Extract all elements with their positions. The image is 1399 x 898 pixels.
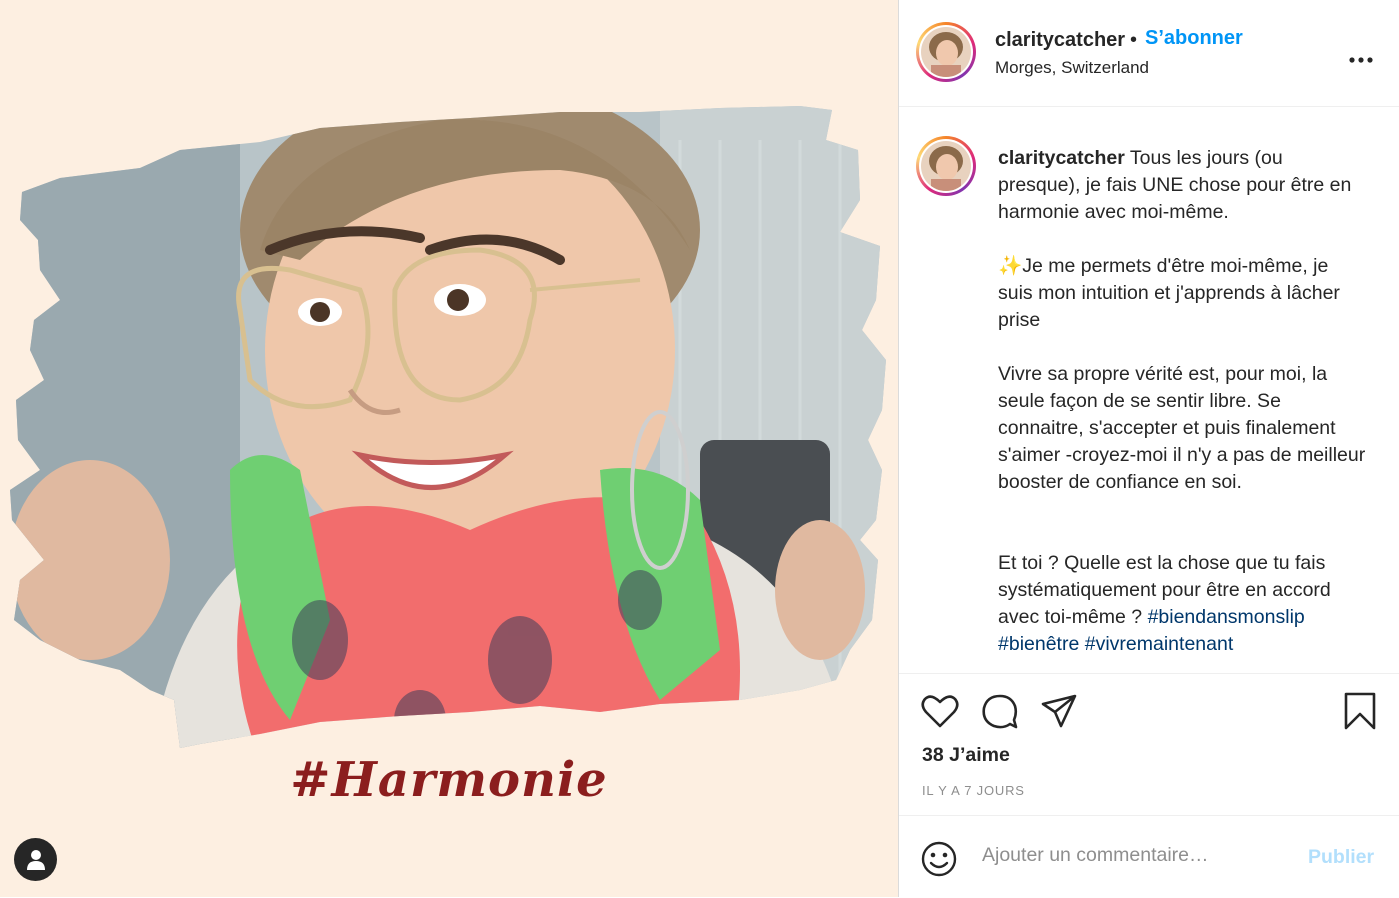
add-comment-bar: Publier — [899, 815, 1399, 898]
location-link[interactable]: Morges, Switzerland — [995, 58, 1149, 78]
emoji-icon — [921, 841, 957, 877]
save-button[interactable] — [1343, 692, 1377, 735]
hashtag-link[interactable]: #bienêtre — [998, 633, 1079, 655]
follow-button[interactable]: S’abonner — [1145, 27, 1243, 50]
share-icon — [1041, 694, 1077, 728]
share-button[interactable] — [1040, 693, 1078, 734]
harmonie-hashtag-art: #Harmonie — [290, 752, 608, 808]
emoji-button[interactable] — [920, 840, 958, 883]
avatar-image — [921, 141, 971, 191]
comment-icon — [982, 694, 1018, 729]
more-options-icon — [1349, 57, 1373, 63]
comments-section[interactable]: claritycatcher Tous les jours (ou presqu… — [899, 107, 1399, 673]
bookmark-icon — [1344, 692, 1376, 730]
heart-icon — [921, 695, 959, 728]
post-sidebar: claritycatcher • S’abonner Morges, Switz… — [898, 0, 1399, 897]
caption-paragraph-2: ✨Je me permets d'être moi-même, je suis … — [998, 255, 1340, 331]
hashtag-link[interactable]: #biendansmonslip — [1148, 606, 1305, 628]
comment-button[interactable] — [981, 693, 1019, 736]
separator-dot: • — [1130, 29, 1138, 51]
hashtag-link[interactable]: #vivremaintenant — [1085, 633, 1234, 655]
caption-paragraph-3: Vivre sa propre vérité est, pour moi, la… — [998, 363, 1366, 493]
tagged-users-button[interactable] — [14, 838, 57, 881]
likes-count[interactable]: 38 J’aime — [922, 744, 1010, 767]
username[interactable]: claritycatcher — [995, 29, 1125, 52]
post-media[interactable]: #Harmonie — [0, 0, 898, 897]
post-actions: 38 J’aime IL Y A 7 JOURS — [899, 673, 1399, 816]
user-icon — [26, 849, 45, 870]
like-button[interactable] — [921, 693, 959, 734]
post-modal: #Harmonie claritycatcher • S’abonner Mor… — [0, 0, 1399, 897]
avatar-image — [921, 27, 971, 77]
avatar[interactable] — [916, 22, 976, 82]
post-timestamp[interactable]: IL Y A 7 JOURS — [922, 783, 1025, 798]
publish-button[interactable]: Publier — [1308, 846, 1374, 869]
caption-username[interactable]: claritycatcher — [998, 147, 1125, 169]
post-header: claritycatcher • S’abonner Morges, Switz… — [899, 0, 1399, 107]
comment-input[interactable] — [982, 844, 1282, 867]
more-options-button[interactable] — [1349, 38, 1373, 70]
caption-avatar[interactable] — [916, 136, 976, 196]
post-caption: claritycatcher Tous les jours (ou presqu… — [998, 145, 1368, 658]
